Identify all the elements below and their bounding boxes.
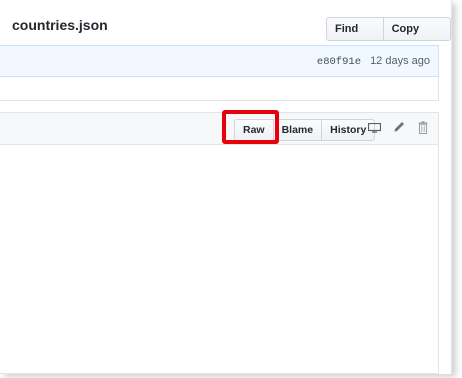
- file-content-box: Raw Blame History: [0, 112, 439, 374]
- history-button[interactable]: History: [321, 120, 374, 140]
- pencil-icon[interactable]: [393, 121, 405, 133]
- file-nav-buttons: Find file Copy path: [326, 17, 451, 41]
- file-actions-group: Raw Blame History: [234, 119, 376, 141]
- desktop-icon[interactable]: [368, 123, 381, 133]
- copy-path-button[interactable]: Copy path: [382, 18, 450, 40]
- file-name: countries.json: [12, 17, 108, 33]
- commit-sha-link[interactable]: e80f91e: [317, 56, 361, 68]
- commit-age: 12 days ago: [370, 55, 430, 67]
- file-view-frame: countries.json Find file Copy path e80f9…: [0, 0, 452, 374]
- find-file-button[interactable]: Find file: [327, 18, 383, 40]
- contributors-bar: [0, 77, 439, 101]
- commit-tease: e80f91e 12 days ago: [0, 45, 439, 77]
- commit-meta: e80f91e 12 days ago: [317, 55, 430, 68]
- trash-icon[interactable]: [418, 121, 428, 134]
- blame-button[interactable]: Blame: [272, 120, 322, 140]
- raw-button[interactable]: Raw: [235, 120, 273, 140]
